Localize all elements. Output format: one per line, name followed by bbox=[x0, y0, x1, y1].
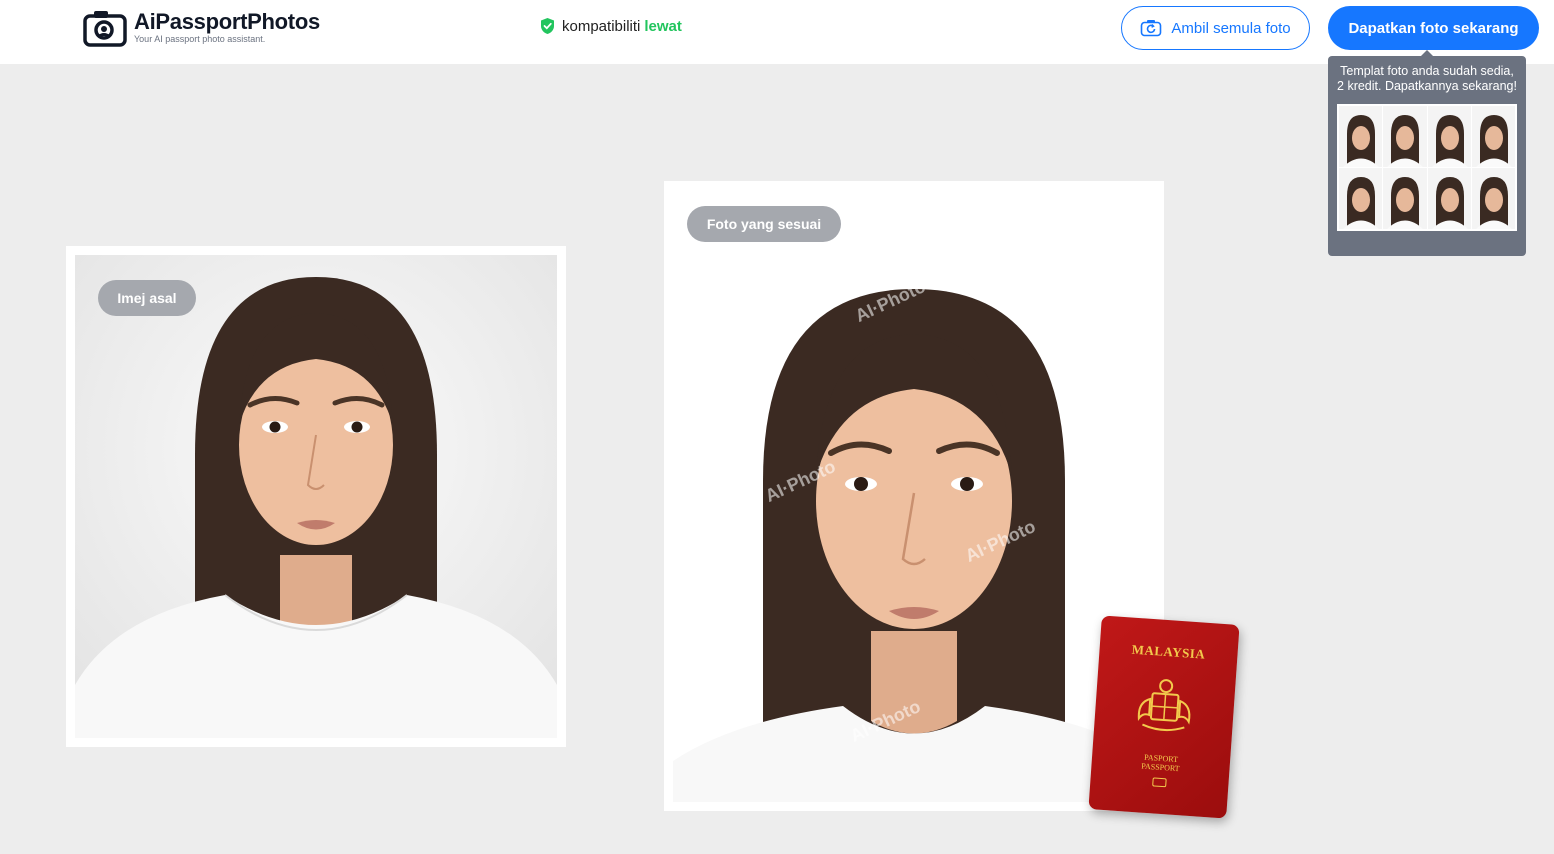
passport-type: PASPORT PASSPORT bbox=[1091, 749, 1230, 777]
top-header: AiPassportPhotos Your AI passport photo … bbox=[0, 0, 1554, 64]
photo-sheet-preview[interactable] bbox=[1337, 104, 1517, 231]
tooltip-text: Templat foto anda sudah sedia, 2 kredit.… bbox=[1337, 64, 1517, 93]
result-photo: AI·Photo AI·Photo AI·Photo AI·Photo bbox=[673, 201, 1155, 802]
compat-label: kompatibiliti bbox=[562, 17, 641, 35]
photo-template-tooltip: Templat foto anda sudah sedia, 2 kredit.… bbox=[1328, 50, 1526, 256]
original-image-badge: Imej asal bbox=[98, 280, 196, 316]
tooltip-arrow bbox=[1421, 50, 1433, 56]
camera-refresh-icon bbox=[1141, 20, 1162, 37]
compat-status-value: lewat bbox=[644, 17, 682, 35]
original-image-card: Imej asal bbox=[66, 246, 566, 747]
retake-photo-button[interactable]: Ambil semula foto bbox=[1121, 6, 1310, 50]
result-photo-card: AI·Photo AI·Photo AI·Photo AI·Photo Foto… bbox=[664, 181, 1164, 811]
mini-photo bbox=[1339, 106, 1383, 167]
passport-country: MALAYSIA bbox=[1131, 641, 1206, 662]
biometric-chip-icon bbox=[1152, 777, 1167, 788]
retake-photo-label: Ambil semula foto bbox=[1171, 19, 1291, 37]
original-photo: Imej asal bbox=[75, 255, 557, 738]
mini-photo bbox=[1427, 106, 1471, 167]
portrait-illustration bbox=[75, 255, 557, 738]
mini-photo bbox=[1471, 168, 1515, 229]
brand-tagline: Your AI passport photo assistant. bbox=[134, 34, 266, 44]
shield-check-icon bbox=[541, 18, 554, 34]
mini-photo bbox=[1427, 168, 1471, 229]
malaysia-passport-image: MALAYSIA PASPORT PASSPORT bbox=[1088, 615, 1240, 819]
brand-name: AiPassportPhotos bbox=[134, 9, 320, 34]
camera-logo-icon bbox=[83, 11, 127, 47]
get-photo-now-label: Dapatkan foto sekarang bbox=[1348, 19, 1519, 37]
mini-photo bbox=[1383, 168, 1427, 229]
compatibility-status: kompatibiliti lewat bbox=[540, 17, 682, 35]
mini-photo bbox=[1471, 106, 1515, 167]
mini-photo bbox=[1383, 106, 1427, 167]
suitable-photo-badge: Foto yang sesuai bbox=[687, 206, 841, 242]
brand-logo[interactable]: AiPassportPhotos Your AI passport photo … bbox=[83, 9, 320, 47]
coat-of-arms-icon bbox=[1137, 679, 1191, 732]
get-photo-now-button[interactable]: Dapatkan foto sekarang bbox=[1328, 6, 1539, 50]
mini-photo bbox=[1339, 168, 1383, 229]
